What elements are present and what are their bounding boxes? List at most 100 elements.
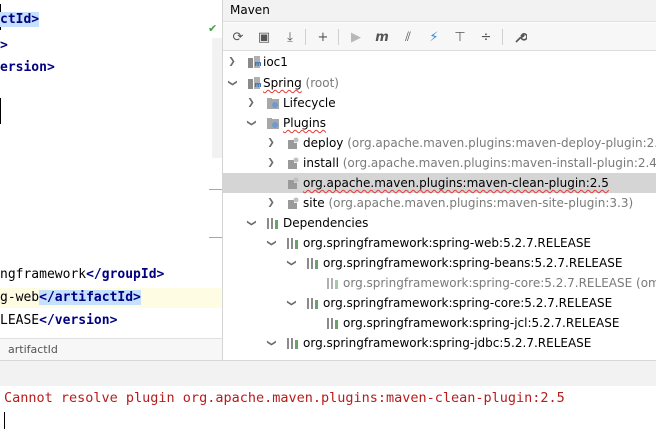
tree-item-label: Plugins [283, 116, 326, 130]
add-sources-icon[interactable]: ▣ [255, 28, 273, 46]
breadcrumb[interactable]: artifactId [0, 338, 222, 360]
panel-title: Maven [230, 3, 270, 17]
tree-item-spring-beans[interactable]: ❯ org.springframework:spring-beans:5.2.7… [223, 253, 656, 273]
code-tag: </version> [39, 313, 118, 328]
breadcrumb-item[interactable]: artifactId [8, 343, 58, 356]
tree-item-spring-web[interactable]: ❯ org.springframework:spring-web:5.2.7.R… [223, 233, 656, 253]
maven-panel-title: Maven [223, 0, 656, 22]
tree-item-extra: (omit [636, 276, 656, 290]
tree-item-extra: (root) [301, 76, 339, 90]
code-tag: > [0, 38, 8, 53]
tree-item-plugins[interactable]: ❯ Plugins [223, 113, 656, 133]
code-editor[interactable]: ctId> > ersion> ✔ ngframework</groupId> … [0, 0, 222, 338]
collapse-all-icon[interactable]: ÷ [477, 28, 495, 46]
code-text: g-web [0, 290, 40, 305]
run-icon[interactable]: ▶ [347, 28, 365, 46]
reload-icon[interactable]: ⟳ [229, 28, 247, 46]
toolbar-separator [502, 29, 503, 45]
console-error-message: Cannot resolve plugin org.apache.maven.p… [4, 390, 565, 406]
download-icon[interactable]: ⤓ [281, 28, 299, 46]
code-tag: ctId> [0, 12, 40, 27]
chevron-down-icon[interactable]: ❯ [261, 238, 281, 248]
tree-item-label: install [303, 156, 339, 170]
code-line-current[interactable]: g-web</artifactId> [0, 288, 222, 308]
toggle-offline-icon[interactable]: ⫽ [399, 28, 417, 46]
chevron-right-icon[interactable]: ❯ [266, 193, 276, 213]
tree-item-label: deploy [303, 136, 344, 150]
chevron-down-icon[interactable]: ❯ [261, 338, 281, 348]
toolbar-separator [305, 29, 306, 45]
tree-item-install-plugin[interactable]: ❯ install (org.apache.maven.plugins:mave… [223, 153, 656, 173]
plugin-icon [288, 197, 299, 209]
tree-item-deploy-plugin[interactable]: ❯ deploy (org.apache.maven.plugins:maven… [223, 133, 656, 153]
plugin-icon [288, 157, 299, 169]
editor-scrollbar[interactable] [212, 38, 222, 158]
library-icon [327, 278, 338, 289]
code-text: LEASE [0, 313, 40, 328]
toolbar-separator [338, 29, 339, 45]
library-icon [327, 318, 338, 329]
console-output[interactable]: Cannot resolve plugin org.apache.maven.p… [0, 386, 656, 433]
library-icon [287, 238, 298, 249]
chevron-down-icon[interactable]: ❯ [281, 298, 301, 308]
minimap-marker [209, 237, 222, 238]
code-line[interactable]: ngframework</groupId> [0, 265, 164, 285]
tree-item-label: org.springframework:spring-core:5.2.7.RE… [343, 276, 633, 290]
tree-item-label: org.springframework:spring-jcl:5.2.7.REL… [343, 316, 620, 330]
code-tag: ersion> [0, 60, 55, 75]
library-icon [307, 258, 318, 269]
minimap-marker [209, 189, 222, 190]
check-icon: ✔ [208, 22, 218, 35]
tree-item-clean-plugin[interactable]: org.apache.maven.plugins:maven-clean-plu… [223, 173, 656, 193]
svg-text:m: m [255, 81, 262, 89]
chevron-down-icon[interactable]: ❯ [281, 258, 301, 268]
tree-item-ioc1[interactable]: ❯ m ioc1 [223, 52, 656, 72]
show-dependencies-icon[interactable]: ⊤ [451, 28, 469, 46]
maven-tree[interactable]: ❯ m ioc1 ❯ m Spring (root) ❯ Lifecycle ❯… [223, 52, 656, 360]
tree-item-label: org.apache.maven.plugins:maven-clean-plu… [303, 176, 609, 190]
code-text: ngframework [0, 267, 87, 282]
chevron-down-icon[interactable]: ❯ [241, 218, 261, 228]
lifecycle-folder-icon [267, 98, 279, 109]
svg-text:m: m [255, 60, 262, 68]
skip-tests-icon[interactable]: ⚡ [425, 28, 443, 46]
settings-icon[interactable] [511, 28, 529, 46]
tree-item-label: org.springframework:spring-beans:5.2.7.R… [323, 256, 623, 270]
chevron-right-icon[interactable]: ❯ [266, 133, 276, 153]
tree-item-lifecycle[interactable]: ❯ Lifecycle [223, 93, 656, 113]
tree-item-label: ioc1 [263, 55, 288, 69]
plugin-icon [288, 177, 299, 189]
library-icon [307, 298, 318, 309]
tree-item-spring[interactable]: ❯ m Spring (root) [223, 73, 656, 93]
chevron-right-icon[interactable]: ❯ [266, 153, 276, 173]
tree-item-spring-core[interactable]: ❯ org.springframework:spring-core:5.2.7.… [223, 293, 656, 313]
library-icon [287, 338, 298, 349]
code-line[interactable]: > [0, 36, 8, 56]
tree-item-label: Lifecycle [283, 96, 336, 110]
tree-item-label: org.springframework:spring-web:5.2.7.REL… [303, 236, 592, 250]
chevron-down-icon[interactable]: ❯ [241, 118, 261, 128]
tree-item-extra: (org.apache.maven.plugins:maven-install-… [338, 156, 656, 170]
text-caret [4, 412, 5, 429]
tree-item-label: Spring [263, 76, 302, 90]
chevron-right-icon[interactable]: ❯ [227, 52, 237, 72]
add-project-icon[interactable]: + [314, 28, 332, 46]
tree-item-dependencies[interactable]: ❯ Dependencies [223, 213, 656, 233]
code-line[interactable]: ctId> [0, 10, 40, 30]
plugin-icon [288, 137, 299, 149]
tree-item-spring-core-omitted[interactable]: org.springframework:spring-core:5.2.7.RE… [223, 273, 656, 293]
execute-goal-icon[interactable]: m [373, 28, 391, 46]
code-tag: </artifactId> [39, 290, 141, 305]
tree-item-site-plugin[interactable]: ❯ site (org.apache.maven.plugins:maven-s… [223, 193, 656, 213]
chevron-down-icon[interactable]: ❯ [223, 78, 242, 88]
chevron-right-icon[interactable]: ❯ [246, 93, 256, 113]
code-line[interactable]: LEASE</version> [0, 311, 117, 331]
code-line[interactable]: ersion> [0, 58, 55, 78]
maven-module-icon: m [248, 77, 262, 89]
tree-item-extra: (org.apache.maven.plugins:maven-deploy-p… [343, 136, 656, 150]
tree-item-spring-jdbc[interactable]: ❯ org.springframework:spring-jdbc:5.2.7.… [223, 333, 656, 353]
tree-item-spring-jcl[interactable]: org.springframework:spring-jcl:5.2.7.REL… [223, 313, 656, 333]
editor-edge-marker [0, 98, 1, 124]
tree-item-label: site [303, 196, 325, 210]
code-tag: </groupId> [86, 267, 165, 282]
